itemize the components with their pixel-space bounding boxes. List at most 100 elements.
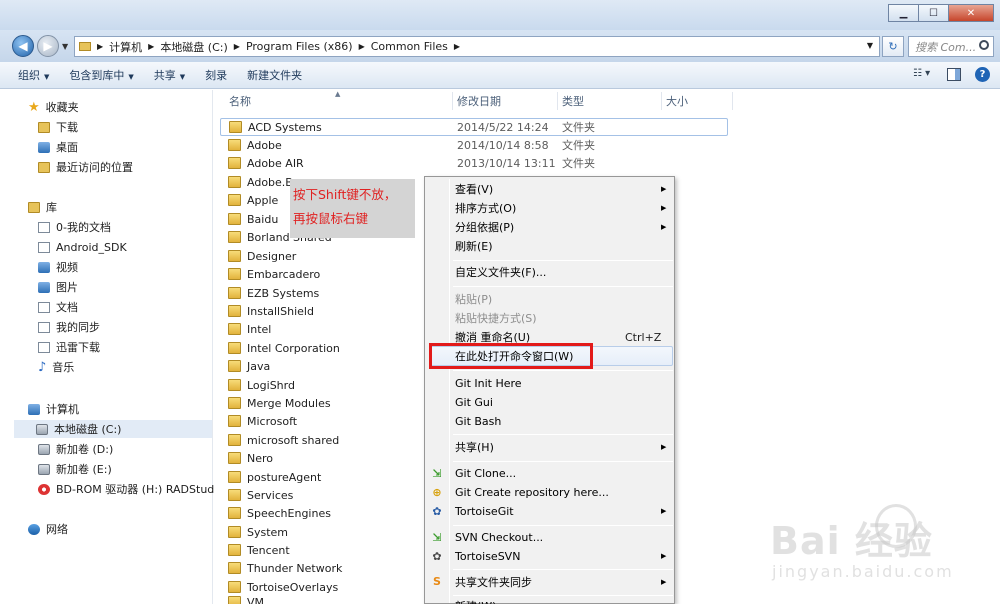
nav-libraries[interactable]: 库 (28, 198, 57, 216)
chevron-right-icon[interactable]: ▶ (359, 42, 365, 51)
file-row[interactable]: Adobe AIR (228, 154, 304, 172)
file-row[interactable]: Designer (228, 247, 296, 265)
file-row[interactable]: VM (228, 596, 264, 604)
menu-item-customize-folder[interactable]: 自定义文件夹(F)... (455, 263, 546, 281)
file-row[interactable]: postureAgent (228, 468, 321, 486)
column-header-size[interactable]: 大小 (666, 90, 688, 112)
nav-item-drive-e[interactable]: 新加卷 (E:) (38, 460, 112, 478)
search-icon[interactable] (979, 40, 989, 50)
nav-item-drive-c[interactable]: 本地磁盘 (C:) (14, 420, 212, 438)
file-row[interactable]: microsoft shared (228, 431, 339, 449)
command-bar: 组织 ▼ 包含到库中 ▼ 共享 ▼ 刻录 新建文件夹 ☷ ▾ ? (0, 62, 1000, 89)
chevron-right-icon[interactable]: ▶ (454, 42, 460, 51)
file-row[interactable]: System (228, 523, 288, 541)
nav-item-videos[interactable]: 视频 (38, 258, 78, 276)
file-row[interactable]: SpeechEngines (228, 504, 331, 522)
nav-item-desktop[interactable]: 桌面 (38, 138, 78, 156)
file-row[interactable]: InstallShield (228, 302, 314, 320)
menu-item-group-by[interactable]: 分组依据(P) (455, 218, 514, 236)
breadcrumb-common-files[interactable]: Common Files (371, 40, 448, 53)
column-header-date[interactable]: 修改日期 (457, 90, 501, 112)
file-row[interactable]: Intel Corporation (228, 339, 340, 357)
nav-item-documents[interactable]: 文档 (38, 298, 78, 316)
nav-item-android-sdk[interactable]: Android_SDK (38, 238, 127, 256)
address-dropdown-icon[interactable]: ▼ (867, 41, 873, 50)
menu-item-sort-by[interactable]: 排序方式(O) (455, 199, 516, 217)
nav-item-my-documents[interactable]: 0-我的文档 (38, 218, 111, 236)
nav-item-recent[interactable]: 最近访问的位置 (38, 158, 133, 176)
include-in-library-button[interactable]: 包含到库中 ▼ (69, 67, 133, 83)
nav-favorites[interactable]: ★ 收藏夹 (28, 98, 79, 116)
menu-item-git-init[interactable]: Git Init Here (455, 374, 522, 392)
minimize-button[interactable]: ▁ (888, 4, 918, 22)
column-header-type[interactable]: 类型 (562, 90, 584, 112)
nav-item-downloads[interactable]: 下载 (38, 118, 78, 136)
file-row[interactable]: Thunder Network (228, 559, 342, 577)
file-row[interactable]: EZB Systems (228, 284, 319, 302)
file-name: TortoiseOverlays (247, 580, 339, 594)
column-divider[interactable] (732, 92, 733, 110)
nav-item-drive-h[interactable]: BD-ROM 驱动器 (H:) RADStudio (38, 480, 224, 498)
nav-label: 网络 (46, 523, 68, 536)
nav-item-thunder-downloads[interactable]: 迅雷下载 (38, 338, 100, 356)
menu-item-git-create-repo[interactable]: Git Create repository here... (455, 483, 609, 501)
file-row[interactable]: Adobe.Ba (228, 173, 300, 191)
nav-item-drive-d[interactable]: 新加卷 (D:) (38, 440, 113, 458)
chevron-right-icon[interactable]: ▶ (148, 42, 154, 51)
address-bar[interactable]: ▶ 计算机 ▶ 本地磁盘 (C:) ▶ Program Files (x86) … (74, 36, 880, 57)
menu-item-tortoisesvn[interactable]: TortoiseSVN (455, 547, 520, 565)
maximize-button[interactable]: ☐ (918, 4, 948, 22)
menu-item-share-folder-sync[interactable]: 共享文件夹同步 (455, 573, 532, 591)
nav-item-pictures[interactable]: 图片 (38, 278, 78, 296)
nav-item-my-sync[interactable]: 我的同步 (38, 318, 100, 336)
file-row[interactable]: Merge Modules (228, 394, 331, 412)
file-row[interactable]: LogiShrd (228, 376, 295, 394)
menu-item-svn-checkout[interactable]: SVN Checkout... (455, 528, 543, 546)
menu-item-view[interactable]: 查看(V) (455, 180, 493, 198)
column-divider[interactable] (661, 92, 662, 110)
new-folder-button[interactable]: 新建文件夹 (247, 67, 302, 83)
chevron-right-icon[interactable]: ▶ (97, 42, 103, 51)
file-row[interactable]: Apple (228, 191, 278, 209)
recent-pages-dropdown[interactable]: ▼ (62, 42, 68, 51)
nav-label: 计算机 (46, 403, 79, 416)
menu-item-share[interactable]: 共享(H) (455, 438, 494, 456)
file-row[interactable]: Intel (228, 320, 271, 338)
file-row[interactable]: Microsoft (228, 412, 297, 430)
change-view-icon[interactable]: ☷ ▾ (913, 68, 933, 82)
file-row[interactable]: Embarcadero (228, 265, 320, 283)
back-button[interactable]: ◀ (12, 35, 34, 57)
nav-item-music[interactable]: ♪ 音乐 (38, 358, 74, 376)
organize-button[interactable]: 组织 ▼ (18, 67, 49, 83)
column-divider[interactable] (452, 92, 453, 110)
help-icon[interactable]: ? (975, 67, 990, 82)
file-row[interactable]: Tencent (228, 541, 290, 559)
menu-item-tortoisegit[interactable]: TortoiseGit (455, 502, 514, 520)
nav-network[interactable]: 网络 (28, 520, 68, 538)
column-header-name[interactable]: 名称 (229, 90, 251, 112)
menu-item-git-bash[interactable]: Git Bash (455, 412, 501, 430)
file-row[interactable]: Java (228, 357, 270, 375)
preview-pane-icon[interactable] (947, 68, 961, 81)
refresh-button[interactable]: ↻ (882, 36, 904, 57)
menu-item-refresh[interactable]: 刷新(E) (455, 237, 493, 255)
breadcrumb-drive-c[interactable]: 本地磁盘 (C:) (160, 39, 227, 55)
search-input[interactable]: 搜索 Com... (908, 36, 994, 57)
file-row[interactable]: Adobe (228, 136, 282, 154)
close-button[interactable]: ✕ (948, 4, 994, 22)
file-row[interactable]: TortoiseOverlays (228, 578, 338, 596)
file-row[interactable]: Nero (228, 449, 273, 467)
breadcrumb-computer[interactable]: 计算机 (109, 39, 142, 55)
share-button[interactable]: 共享 ▼ (154, 67, 185, 83)
chevron-right-icon[interactable]: ▶ (234, 42, 240, 51)
column-divider[interactable] (557, 92, 558, 110)
nav-computer[interactable]: 计算机 (28, 400, 79, 418)
file-row[interactable]: Services (228, 486, 293, 504)
menu-item-git-clone[interactable]: Git Clone... (455, 464, 516, 482)
breadcrumb-program-files[interactable]: Program Files (x86) (246, 40, 353, 53)
menu-item-git-gui[interactable]: Git Gui (455, 393, 493, 411)
file-row[interactable]: Baidu (228, 210, 278, 228)
burn-button[interactable]: 刻录 (205, 67, 227, 83)
forward-button[interactable]: ▶ (37, 35, 59, 57)
menu-item-new[interactable]: 新建(W) (455, 598, 496, 604)
